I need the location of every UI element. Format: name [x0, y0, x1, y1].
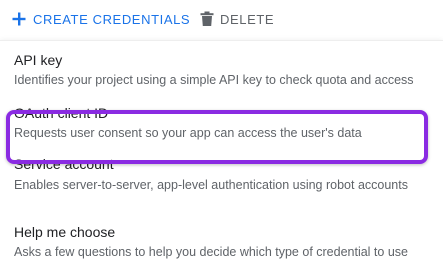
trash-icon [199, 11, 215, 27]
menu-item-description: Identifies your project using a simple A… [14, 73, 414, 87]
delete-button[interactable]: DELETE [199, 9, 274, 29]
menu-item-title: Help me choose [14, 224, 116, 240]
menu-item-oauth-client-id[interactable]: OAuth client ID Requests user consent so… [0, 105, 443, 145]
menu-item-title: API key [14, 52, 63, 68]
menu-item-description: Asks a few questions to help you decide … [14, 245, 408, 259]
menu-item-api-key[interactable]: API key Identifies your project using a … [0, 52, 443, 92]
menu-item-title: Service account [14, 156, 114, 172]
menu-item-title: OAuth client ID [14, 105, 109, 121]
menu-item-description: Requests user consent so your app can ac… [14, 126, 362, 140]
create-credentials-menu: API key Identifies your project using a … [0, 40, 443, 275]
create-credentials-button[interactable]: CREATE CREDENTIALS [11, 9, 190, 29]
create-credentials-label: CREATE CREDENTIALS [33, 11, 191, 27]
menu-item-help-me-choose[interactable]: Help me choose Asks a few questions to h… [0, 224, 443, 264]
menu-item-service-account[interactable]: Service account Enables server-to-server… [0, 147, 443, 203]
delete-label: DELETE [220, 11, 275, 27]
plus-icon [11, 11, 27, 27]
credentials-toolbar: CREATE CREDENTIALS DELETE [0, 0, 443, 38]
menu-item-description: Enables server-to-server, app-level auth… [14, 178, 408, 192]
